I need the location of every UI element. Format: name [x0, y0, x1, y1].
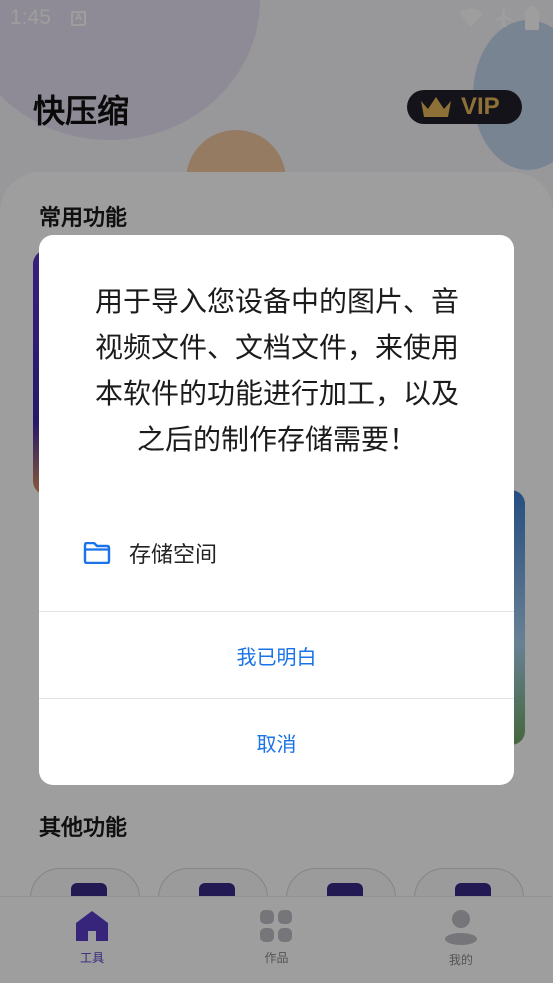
permission-item: 存储空间	[83, 537, 217, 569]
permission-dialog: 用于导入您设备中的图片、音视频文件、文档文件，来使用本软件的功能进行加工，以及之…	[39, 235, 514, 785]
confirm-button[interactable]: 我已明白	[39, 612, 514, 698]
dialog-message: 用于导入您设备中的图片、音视频文件、文档文件，来使用本软件的功能进行加工，以及之…	[94, 285, 459, 456]
cancel-button[interactable]: 取消	[39, 699, 514, 785]
permission-label: 存储空间	[129, 543, 218, 568]
folder-icon	[83, 542, 111, 564]
